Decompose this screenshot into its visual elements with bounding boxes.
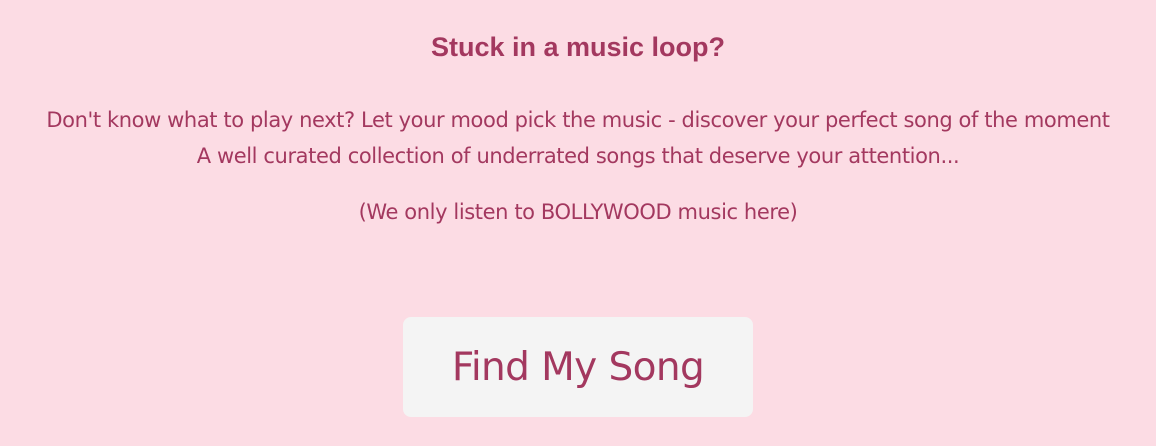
intro-line-1: Don't know what to play next? Let your m… — [46, 108, 1110, 132]
intro-line-2: A well curated collection of underrated … — [196, 144, 960, 168]
intro-text: Don't know what to play next? Let your m… — [0, 102, 1156, 174]
bollywood-note: (We only listen to BOLLYWOOD music here) — [358, 200, 798, 224]
page-title: Stuck in a music loop? — [430, 32, 726, 62]
landing-page: Stuck in a music loop? Don't know what t… — [0, 0, 1156, 446]
find-my-song-button[interactable]: Find My Song — [403, 317, 753, 417]
